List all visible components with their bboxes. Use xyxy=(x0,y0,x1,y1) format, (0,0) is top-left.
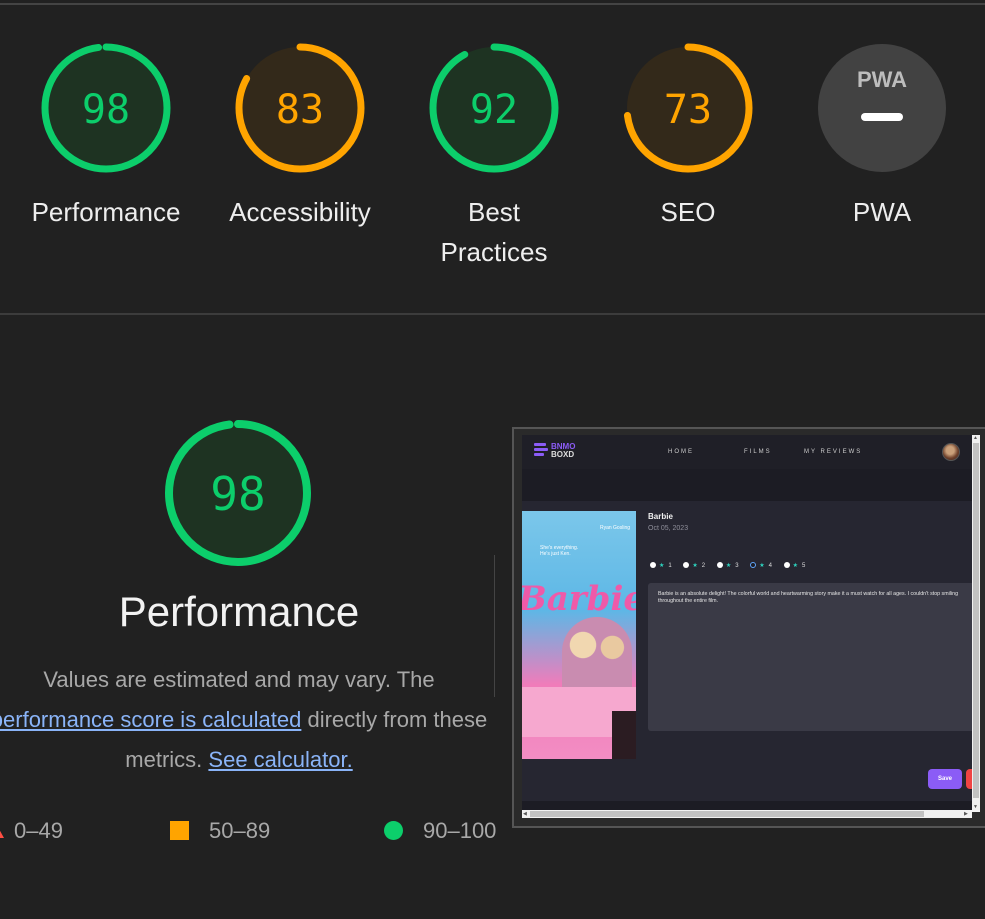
vertical-separator xyxy=(494,555,495,697)
desc-after-link: directly from these xyxy=(301,707,488,732)
desc-line-1: Values are estimated and may vary. The xyxy=(43,667,435,692)
screenshot-viewport: BNMO BOXD HOME FILMS MY REVIEWS Ryan Gos… xyxy=(522,435,972,810)
rating-value: 2 xyxy=(701,563,706,569)
gauge-label-seo: SEO xyxy=(660,197,716,227)
gauge-best-practices[interactable]: 92 Best Practices xyxy=(399,42,589,272)
gauge-seo[interactable]: 73 SEO xyxy=(593,42,783,232)
score-value-seo: 73 xyxy=(664,87,712,133)
legend-fail-label: 0–49 xyxy=(14,818,63,843)
radio-icon[interactable] xyxy=(650,562,656,568)
pwa-badge-text: PWA xyxy=(857,67,907,92)
final-screenshot[interactable]: BNMO BOXD HOME FILMS MY REVIEWS Ryan Gos… xyxy=(512,427,985,828)
performance-main-score: 98 xyxy=(210,467,265,521)
desc-line-3: metrics. xyxy=(125,747,209,772)
score-calculated-link[interactable]: performance score is calculated xyxy=(0,707,301,732)
rating-value: 3 xyxy=(735,563,739,569)
gauge-pwa[interactable]: PWA PWA xyxy=(787,42,977,232)
star-icon: ★ xyxy=(659,563,665,569)
scroll-right-icon[interactable]: ▶ xyxy=(964,811,968,817)
star-icon: ★ xyxy=(725,563,732,569)
movie-date: Oct 05, 2023 xyxy=(648,525,689,532)
score-ring-best-practices: 92 xyxy=(429,43,559,173)
brand-line-2: BOXD xyxy=(551,450,575,459)
gauge-label-accessibility: Accessibility xyxy=(229,197,371,227)
brand-name: BNMO BOXD xyxy=(551,443,575,459)
pwa-dash-icon xyxy=(861,113,903,121)
nav-my-reviews[interactable]: MY REVIEWS xyxy=(804,449,862,455)
review-card: Ryan Gosling She's everything. He's just… xyxy=(522,501,972,801)
pass-circle-icon xyxy=(384,821,403,840)
performance-main-gauge: 98 xyxy=(165,420,311,566)
movie-title: Barbie xyxy=(648,512,673,521)
brand-logo-icon xyxy=(534,443,548,461)
performance-description: Values are estimated and may vary. The p… xyxy=(0,660,598,780)
score-ring-performance: 98 xyxy=(41,43,171,173)
score-value-performance: 98 xyxy=(82,87,130,133)
rating-radio-group: ★ 1 ★ 2 ★ 3 ★ 4 ★ 5 xyxy=(650,562,815,569)
rating-value: 5 xyxy=(802,563,806,569)
radio-icon[interactable] xyxy=(716,562,723,568)
average-square-icon xyxy=(170,821,189,840)
see-calculator-link[interactable]: See calculator. xyxy=(208,747,352,772)
vertical-scroll-thumb[interactable] xyxy=(973,443,979,798)
rating-value: 1 xyxy=(668,563,672,569)
app-navbar: BNMO BOXD HOME FILMS MY REVIEWS xyxy=(522,435,972,469)
radio-icon[interactable] xyxy=(783,562,790,568)
scroll-up-icon[interactable]: ▲ xyxy=(973,435,978,441)
rating-option-1[interactable]: ★ 1 xyxy=(650,562,672,569)
user-avatar[interactable] xyxy=(942,443,960,461)
star-icon: ★ xyxy=(792,563,799,569)
save-button[interactable]: Save xyxy=(928,769,962,789)
legend-pass: 90–100 xyxy=(384,818,496,844)
legend-average: 50–89 xyxy=(170,818,270,844)
star-icon: ★ xyxy=(692,563,698,569)
radio-selected-icon[interactable] xyxy=(750,562,757,568)
pwa-badge: PWA xyxy=(818,44,946,172)
fail-triangle-icon xyxy=(0,820,4,838)
gauge-performance[interactable]: 98 Performance xyxy=(11,42,201,232)
poster-shadow xyxy=(612,711,636,759)
gauge-label-pwa: PWA xyxy=(852,197,912,227)
review-textarea[interactable]: Barbie is an absolute delight! The color… xyxy=(648,583,972,731)
legend-average-label: 50–89 xyxy=(209,818,271,843)
rating-option-4[interactable]: ★ 4 xyxy=(750,562,772,569)
gauge-accessibility[interactable]: 83 Accessibility xyxy=(205,42,395,232)
score-ring-accessibility: 83 xyxy=(235,43,365,173)
rating-value: 4 xyxy=(768,563,772,569)
performance-title: Performance xyxy=(118,588,360,635)
star-icon: ★ xyxy=(759,563,765,569)
section-divider xyxy=(0,313,985,315)
nav-home[interactable]: HOME xyxy=(668,449,694,455)
poster-tagline: She's everything. He's just Ken. xyxy=(540,545,579,557)
poster-title-logo: Barbie xyxy=(522,579,636,619)
vertical-scrollbar[interactable]: ▲ ▼ xyxy=(972,435,980,812)
legend-pass-label: 90–100 xyxy=(423,818,497,843)
score-ring-seo: 73 xyxy=(623,43,753,173)
radio-icon[interactable] xyxy=(683,562,690,568)
horizontal-scrollbar[interactable]: ◀ ▶ xyxy=(522,810,972,818)
horizontal-scroll-thumb[interactable] xyxy=(530,811,924,817)
movie-poster: Ryan Gosling She's everything. He's just… xyxy=(522,511,636,759)
legend-fail: 0–49 xyxy=(0,818,63,844)
gauge-label-performance: Performance xyxy=(31,197,181,227)
score-value-accessibility: 83 xyxy=(276,87,324,133)
scroll-down-icon[interactable]: ▼ xyxy=(973,804,978,810)
top-border xyxy=(0,3,985,5)
rating-option-2[interactable]: ★ 2 xyxy=(683,562,705,569)
scroll-left-icon[interactable]: ◀ xyxy=(523,811,527,817)
nav-films[interactable]: FILMS xyxy=(744,449,772,455)
poster-name-text: Ryan Gosling xyxy=(599,525,630,531)
rating-option-3[interactable]: ★ 3 xyxy=(716,562,739,569)
gauge-label-best-practices: Best Practices xyxy=(440,197,548,267)
poster-figures xyxy=(562,617,632,697)
score-value-best-practices: 92 xyxy=(470,87,518,133)
rating-option-5[interactable]: ★ 5 xyxy=(783,562,806,569)
